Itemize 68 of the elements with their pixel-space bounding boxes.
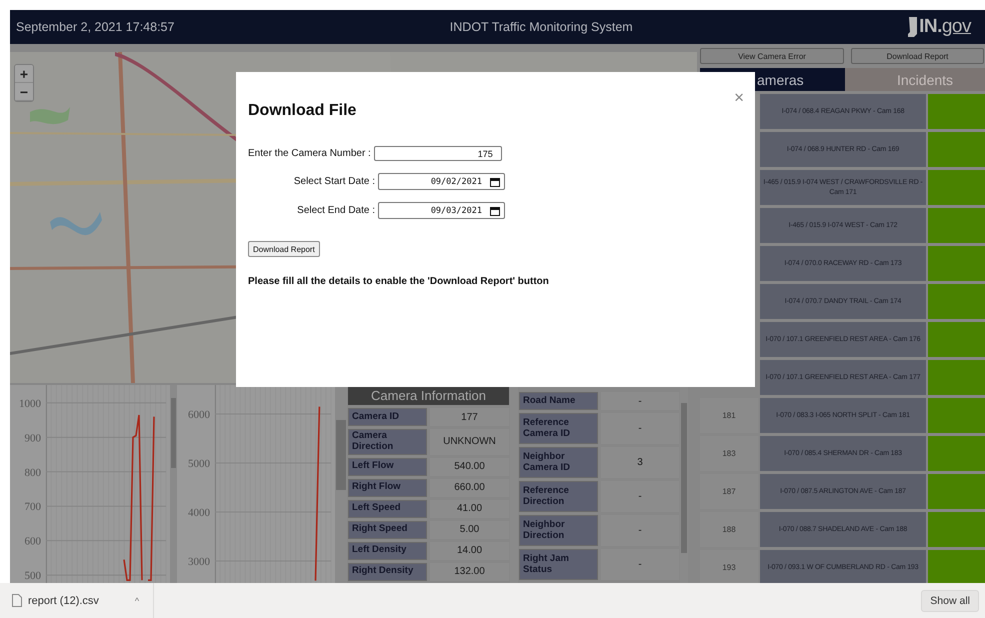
axis-tick-label: 600 xyxy=(24,536,41,548)
logo-link[interactable]: IN.gov xyxy=(908,16,971,38)
axis-tick-label: 6000 xyxy=(188,409,210,421)
axis-tick-label: 500 xyxy=(24,570,41,582)
calendar-icon[interactable] xyxy=(490,176,500,186)
field-value: 14.00 xyxy=(430,542,509,560)
field-label: Enter the Camera Number : xyxy=(248,148,371,159)
field-value: 3 xyxy=(601,447,679,478)
download-report-button[interactable]: Download Report xyxy=(248,241,320,257)
state-outline-icon xyxy=(908,17,918,37)
camera-number: 187 xyxy=(700,474,758,509)
field-value: 540.00 xyxy=(430,458,509,476)
zoom-out-button[interactable]: − xyxy=(15,83,33,101)
field-label: Reference Direction xyxy=(519,481,598,512)
date-field[interactable]: 09/02/2021 xyxy=(378,173,505,190)
field-label: Road Name xyxy=(519,392,598,410)
field-value: 5.00 xyxy=(430,520,509,539)
field-label: Neighbor Camera ID xyxy=(519,447,598,478)
axis-tick-label: 4000 xyxy=(188,507,210,519)
file-icon xyxy=(12,594,22,607)
date-time: September 2, 2021 17:48:57 xyxy=(16,20,174,34)
field-value: 660.00 xyxy=(430,478,509,497)
calendar-icon[interactable] xyxy=(490,206,500,216)
field-value: UNKNOWN xyxy=(430,429,509,455)
field-value: - xyxy=(601,549,679,580)
axis-tick-label: 800 xyxy=(24,466,41,479)
field-value: 132.00 xyxy=(430,562,509,581)
show-all-button[interactable]: Show all xyxy=(921,590,979,612)
axis-tick-label: 5000 xyxy=(188,458,210,470)
camera-number: 183 xyxy=(700,436,758,471)
field-label: Select End Date : xyxy=(296,205,375,216)
panel-title: Camera Information xyxy=(348,387,509,405)
app-title: INDOT Traffic Monitoring System xyxy=(450,20,633,34)
field-label: Left Density xyxy=(348,542,427,560)
input-field[interactable]: 175 xyxy=(374,146,502,161)
field-label: Left Speed xyxy=(348,500,427,518)
field-label: Left Flow xyxy=(348,458,427,476)
field-value: 177 xyxy=(430,408,509,426)
field-label: Select Start Date : xyxy=(292,176,375,187)
dialog-title: Download File xyxy=(248,102,358,120)
field-value: 41.00 xyxy=(430,500,509,518)
axis-tick-label: 900 xyxy=(24,432,41,444)
axis-tick-label: 700 xyxy=(24,501,41,514)
field-label: Right Speed xyxy=(348,520,427,539)
toolbar-button[interactable]: Download Report xyxy=(851,48,984,64)
field-label: Right Density xyxy=(348,562,427,581)
field-value: - xyxy=(601,413,679,444)
camera-number: 193 xyxy=(700,550,758,583)
zoom-in-button[interactable]: + xyxy=(15,65,33,83)
field-value: - xyxy=(601,481,679,512)
tab[interactable]: Incidents xyxy=(845,68,985,91)
axis-tick-label: 1000 xyxy=(19,398,41,410)
hint-text: Please fill all the details to enable the 'Download Report' button xyxy=(248,276,550,287)
date-field[interactable]: 09/03/2021 xyxy=(378,202,505,219)
file-name: report (12).csv xyxy=(28,594,99,606)
field-label: Right Flow xyxy=(348,478,427,497)
camera-number: 181 xyxy=(700,398,758,433)
axis-tick-label: 3000 xyxy=(188,556,210,568)
close-button[interactable]: × xyxy=(734,89,744,106)
field-label: Reference Camera ID xyxy=(519,413,598,444)
field-value: - xyxy=(601,392,679,410)
toolbar-button[interactable]: View Camera Error xyxy=(700,48,844,64)
field-label: Neighbor Direction xyxy=(519,515,598,546)
field-label: Camera ID xyxy=(348,408,427,426)
camera-number: 188 xyxy=(700,512,758,547)
field-label: Right Jam Status xyxy=(519,549,598,580)
field-label: Camera Direction xyxy=(348,429,427,455)
field-value: - xyxy=(601,515,679,546)
